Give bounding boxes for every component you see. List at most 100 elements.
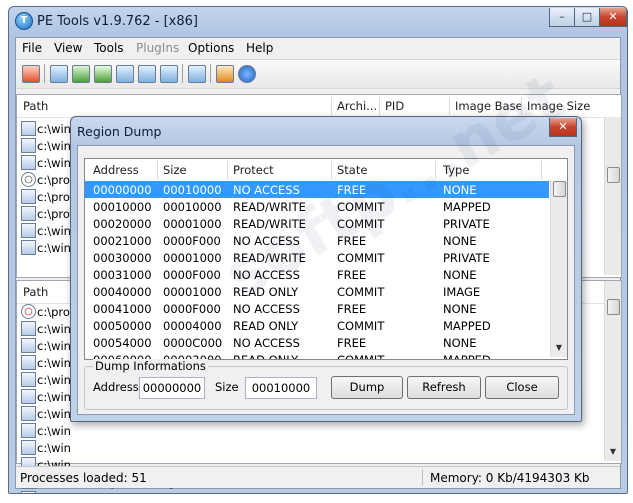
column-header-pid[interactable]: PID	[385, 99, 404, 113]
dll-icon	[21, 440, 36, 455]
region-row[interactable]: 00040000 00001000 READ ONLY COMMIT IMAGE	[85, 283, 549, 300]
address-label: Address	[93, 380, 139, 394]
region-state: FREE	[337, 336, 367, 350]
region-row[interactable]: 00050000 00004000 READ ONLY COMMIT MAPPED	[85, 317, 549, 334]
column-header-state[interactable]: State	[337, 163, 367, 177]
scroll-thumb[interactable]	[553, 181, 566, 197]
column-header-image-base[interactable]: Image Base	[455, 99, 523, 113]
column-header-arch[interactable]: Archi...	[337, 99, 377, 113]
process-path: c:\win	[37, 156, 71, 170]
dialog-client-area: Address Size Protect State Type 00000000…	[77, 145, 575, 415]
column-separator	[157, 161, 158, 179]
column-separator	[331, 97, 332, 115]
scroll-thumb[interactable]	[607, 299, 620, 315]
menu-bar: File View Tools PlugIns Options Help	[16, 38, 620, 58]
process-path: c:\win	[37, 241, 71, 255]
app-icon: T	[15, 12, 33, 30]
menu-item-tools[interactable]: Tools	[94, 41, 124, 55]
column-header-address[interactable]: Address	[93, 163, 139, 177]
refresh-button[interactable]: Refresh	[407, 376, 481, 399]
menu-item-options[interactable]: Options	[188, 41, 234, 55]
binary-icon[interactable]	[116, 65, 134, 83]
region-type: IMAGE	[443, 285, 481, 299]
close-window-button[interactable]: ✕	[599, 8, 627, 27]
region-state: COMMIT	[337, 200, 385, 214]
scroll-down-icon[interactable]: ▼	[606, 445, 620, 459]
region-size: 0000C000	[163, 336, 223, 350]
window-icon	[21, 206, 36, 221]
process-scrollbar[interactable]	[604, 117, 621, 275]
window-icon	[21, 240, 36, 255]
region-protect: READ ONLY	[233, 353, 299, 360]
size-input[interactable]: 00010000	[245, 377, 317, 399]
menu-item-file[interactable]: File	[22, 41, 42, 55]
region-scrollbar[interactable]: ▼	[550, 181, 567, 357]
region-row[interactable]: 00031000 0000F000 NO ACCESS FREE NONE	[85, 266, 549, 283]
window-icon	[21, 189, 36, 204]
dialog-close-button[interactable]: ✕	[549, 118, 577, 137]
region-type: MAPPED	[443, 200, 491, 214]
menu-item-help[interactable]: Help	[246, 41, 273, 55]
power-icon[interactable]	[22, 65, 40, 83]
scroll-thumb[interactable]	[607, 167, 620, 183]
region-address: 00031000	[93, 268, 152, 282]
scroll-down-icon[interactable]: ▼	[552, 341, 566, 355]
module-row[interactable]: c:\win	[17, 439, 603, 456]
column-header-size[interactable]: Size	[163, 163, 187, 177]
region-row[interactable]: 00000000 00010000 NO ACCESS FREE NONE	[85, 181, 549, 198]
status-bar: Processes loaded: 51 Memory: 0 Kb/419430…	[16, 466, 620, 488]
window-icon	[21, 121, 36, 136]
column-header-type[interactable]: Type	[443, 163, 469, 177]
region-state: FREE	[337, 302, 367, 316]
column-header-image-size[interactable]: Image Size	[527, 99, 590, 113]
region-row[interactable]: 00041000 0000F000 NO ACCESS FREE NONE	[85, 300, 549, 317]
size-label: Size	[215, 380, 239, 394]
home-icon[interactable]	[216, 65, 234, 83]
maximize-icon: □	[581, 10, 593, 23]
region-type: PRIVATE	[443, 217, 490, 231]
menu-item-plugins[interactable]: PlugIns	[136, 41, 179, 55]
dump-informations-group: Dump Informations Address 00000000 Size …	[84, 359, 568, 410]
region-protect: READ ONLY	[233, 285, 299, 299]
list-icon[interactable]	[188, 65, 206, 83]
edit-pe-icon[interactable]	[50, 65, 68, 83]
region-row[interactable]: 00010000 00010000 READ/WRITE COMMIT MAPPED	[85, 198, 549, 215]
region-row[interactable]: 00021000 0000F000 NO ACCESS FREE NONE	[85, 232, 549, 249]
dll-icon	[21, 321, 36, 336]
region-row[interactable]: 00030000 00001000 READ/WRITE COMMIT PRIVATE	[85, 249, 549, 266]
address-input[interactable]: 00000000	[139, 377, 205, 399]
module-row[interactable]: c:\win	[17, 422, 603, 439]
toolbar-separator	[210, 64, 211, 83]
region-type: NONE	[443, 183, 477, 197]
module-size: 0000A000	[529, 492, 588, 493]
region-protect: READ/WRITE	[233, 200, 306, 214]
close-button[interactable]: Close	[485, 376, 559, 399]
region-row[interactable]: 00020000 00001000 READ/WRITE COMMIT PRIVATE	[85, 215, 549, 232]
region-protect: READ/WRITE	[233, 251, 306, 265]
compare-icon[interactable]	[138, 65, 156, 83]
region-type: PRIVATE	[443, 251, 490, 265]
module-scrollbar[interactable]: ▼	[604, 281, 621, 461]
region-protect: NO ACCESS	[233, 268, 300, 282]
tree-icon[interactable]	[72, 65, 90, 83]
region-size: 0000F000	[163, 268, 221, 282]
region-row[interactable]: 00054000 0000C000 NO ACCESS FREE NONE	[85, 334, 549, 351]
column-separator	[449, 97, 450, 115]
region-type: MAPPED	[443, 353, 491, 360]
module-row[interactable]: c:\windows\syswow64\lpk.dll 76B40000 0000A…	[17, 490, 603, 493]
column-header-path[interactable]: Path	[23, 99, 48, 113]
module-path: c:\win	[37, 424, 71, 438]
menu-item-view[interactable]: View	[54, 41, 82, 55]
column-header-path[interactable]: Path	[23, 285, 48, 299]
minimize-button[interactable]: –	[549, 8, 575, 27]
module-base: 76B40000	[459, 492, 518, 493]
region-address: 00054000	[93, 336, 152, 350]
module-path: c:\win	[37, 356, 71, 370]
help-icon[interactable]	[238, 65, 256, 83]
dump-button[interactable]: Dump	[331, 376, 403, 399]
dump-icon[interactable]	[94, 65, 112, 83]
maximize-button[interactable]: □	[574, 8, 600, 27]
column-header-protect[interactable]: Protect	[233, 163, 274, 177]
window-icon	[21, 138, 36, 153]
rebuild-icon[interactable]	[160, 65, 178, 83]
